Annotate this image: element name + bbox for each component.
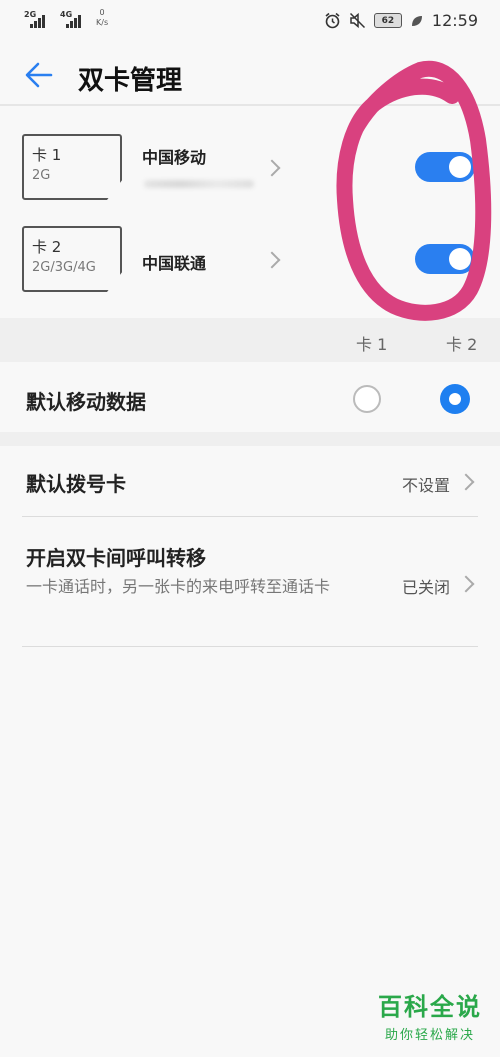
- call-forward-label: 开启双卡间呼叫转移: [26, 546, 206, 570]
- divider: [22, 516, 478, 517]
- mute-icon: [349, 12, 365, 29]
- sim1-row[interactable]: 卡 1 2G 中国移动: [0, 134, 500, 224]
- status-left: 2G 4G 0 K/s: [24, 8, 108, 30]
- chevron-right-icon[interactable]: [457, 575, 475, 593]
- default-dial-value: 不设置: [402, 476, 451, 495]
- chevron-right-icon[interactable]: [457, 473, 475, 491]
- default-dial-label: 默认拨号卡: [26, 472, 126, 496]
- call-forward-value: 已关闭: [402, 578, 451, 597]
- leaf-icon: [411, 15, 422, 26]
- sim2-signal-icon: 4G: [60, 10, 86, 30]
- battery-icon: 62: [373, 13, 402, 28]
- default-data-card2-radio[interactable]: [440, 384, 470, 414]
- sim2-row[interactable]: 卡 2 2G/3G/4G 中国联通: [0, 226, 500, 316]
- section-header: [0, 318, 500, 362]
- title-bar: 双卡管理: [0, 50, 500, 104]
- net-speed-unit: K/s: [96, 18, 109, 27]
- alarm-icon: [325, 12, 340, 29]
- status-right: 62 12:59: [324, 11, 478, 30]
- chevron-right-icon[interactable]: [263, 251, 281, 269]
- watermark-sub: 助你轻松解决: [384, 1028, 475, 1043]
- watermark-logo: 百科全说 助你轻松解决: [378, 987, 482, 1043]
- column-label-card1: 卡 1: [356, 335, 388, 354]
- call-forward-description: 一卡通话时，另一张卡的来电呼转至通话卡: [26, 577, 331, 596]
- title-divider: [0, 104, 500, 106]
- sim1-carrier: 中国移动: [142, 148, 207, 167]
- default-data-card1-radio[interactable]: [353, 385, 381, 413]
- sim1-signal-icon: 2G: [24, 10, 50, 30]
- sim1-number-redacted: [144, 180, 254, 188]
- default-data-label: 默认移动数据: [26, 390, 146, 414]
- chevron-right-icon[interactable]: [263, 159, 281, 177]
- status-bar: 2G 4G 0 K/s 62 12:59: [0, 0, 500, 42]
- watermark-main: 百科全说: [378, 993, 482, 1021]
- sim-card-icon: 卡 1 2G: [22, 134, 122, 200]
- section-gap: [0, 432, 500, 446]
- page-title: 双卡管理: [78, 66, 183, 96]
- sim1-toggle[interactable]: [415, 152, 475, 182]
- sim1-name: 卡 1: [32, 146, 62, 164]
- battery-level: 62: [381, 15, 395, 26]
- sim-card-icon: 卡 2 2G/3G/4G: [22, 226, 122, 292]
- sim2-name: 卡 2: [32, 238, 62, 256]
- sim2-network: 2G/3G/4G: [32, 260, 96, 275]
- net-speed-value: 0: [99, 8, 105, 17]
- sim2-toggle[interactable]: [415, 244, 475, 274]
- divider: [22, 646, 478, 647]
- net-speed: 0 K/s: [96, 8, 108, 28]
- sim2-carrier: 中国联通: [142, 254, 207, 273]
- back-arrow-icon[interactable]: [24, 60, 54, 90]
- sim1-network: 2G: [32, 168, 51, 183]
- clock: 12:59: [431, 11, 478, 30]
- column-label-card2: 卡 2: [446, 335, 478, 354]
